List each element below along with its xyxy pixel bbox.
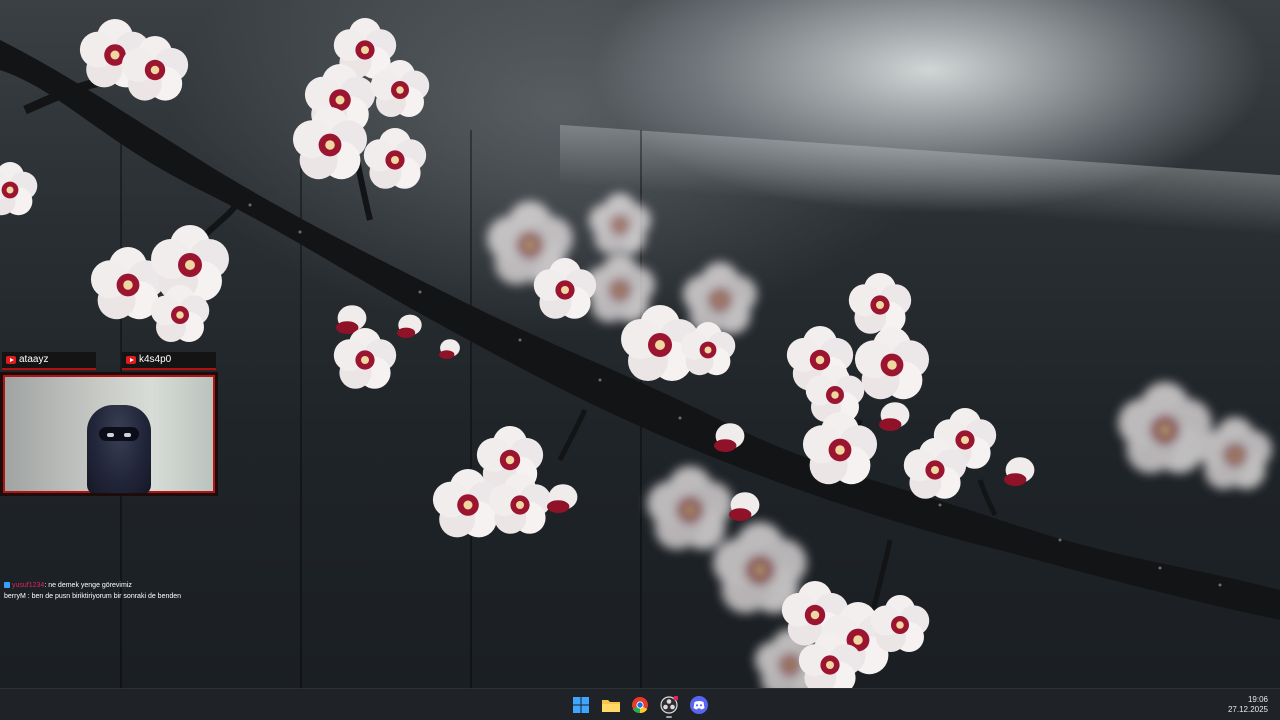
clock-date: 27.12.2025 [1227, 705, 1268, 714]
taskbar: 19:06 27.12.2025 [0, 688, 1280, 720]
chat-text: : ben de pusn biriktiriyorum bir sonraki… [25, 593, 182, 600]
desktop: ataayz k4s4p0 yusuf1234: ne demek yenge … [0, 0, 1280, 720]
youtube-icon [6, 356, 16, 364]
folder-icon[interactable] [600, 694, 622, 716]
webcam-overlay: ataayz k4s4p0 [0, 352, 220, 496]
chat-overlay: yusuf1234: ne demek yenge görevimiz berr… [4, 580, 264, 602]
chat-username: yusuf1234 [12, 582, 45, 589]
chat-message: berryM : ben de pusn biriktiriyorum bir … [4, 591, 264, 602]
streamer-name: k4s4p0 [139, 354, 172, 365]
water-droplets [248, 203, 1222, 587]
streamer-tag: ataayz [2, 352, 96, 370]
webcam-feed [0, 372, 218, 496]
windows-start-icon[interactable] [570, 694, 592, 716]
chat-message: yusuf1234: ne demek yenge görevimiz [4, 580, 264, 591]
streamer-name: ataayz [19, 354, 49, 365]
chat-username: berryM [4, 593, 26, 600]
chat-text: : ne demek yenge görevimiz [44, 582, 132, 589]
youtube-icon [126, 356, 136, 364]
streamer-tag: k4s4p0 [122, 352, 216, 370]
discord-icon[interactable] [688, 694, 710, 716]
system-clock[interactable]: 19:06 27.12.2025 [1228, 695, 1268, 715]
obs-icon[interactable] [658, 694, 680, 718]
chrome-icon[interactable] [629, 694, 651, 716]
clock-time: 19:06 [1247, 695, 1268, 704]
badge-icon [4, 582, 10, 588]
gaming-chair [87, 405, 151, 493]
running-indicator [666, 716, 672, 718]
